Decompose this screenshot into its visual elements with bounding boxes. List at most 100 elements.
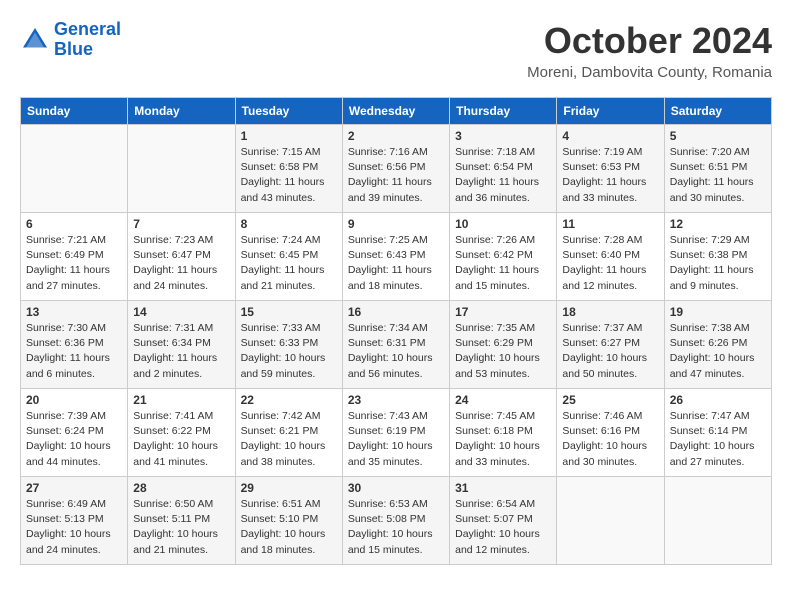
day-info: Sunrise: 7:39 AM Sunset: 6:24 PM Dayligh… xyxy=(26,409,122,470)
day-number: 3 xyxy=(455,129,551,143)
day-number: 7 xyxy=(133,217,229,231)
calendar-cell: 27Sunrise: 6:49 AM Sunset: 5:13 PM Dayli… xyxy=(21,477,128,565)
week-row: 13 Sunrise: 7:30 AM Sunset: 6:36 PM Dayli… xyxy=(21,301,772,389)
calendar-cell: 20 Sunrise: 7:39 AM Sunset: 6:24 PM Dayli… xyxy=(21,389,128,477)
day-info: Sunrise: 7:41 AM Sunset: 6:22 PM Dayligh… xyxy=(133,409,229,470)
calendar-cell: 7 Sunrise: 7:23 AM Sunset: 6:47 PM Daylig… xyxy=(128,213,235,301)
calendar-cell xyxy=(664,477,771,565)
day-info: Sunrise: 7:46 AM Sunset: 6:16 PM Dayligh… xyxy=(562,409,658,470)
calendar-cell: 2 Sunrise: 7:16 AM Sunset: 6:56 PM Daylig… xyxy=(342,125,449,213)
week-row: 6 Sunrise: 7:21 AM Sunset: 6:49 PM Daylig… xyxy=(21,213,772,301)
day-info: Sunrise: 7:26 AM Sunset: 6:42 PM Dayligh… xyxy=(455,233,551,294)
calendar-cell: 17 Sunrise: 7:35 AM Sunset: 6:29 PM Dayli… xyxy=(450,301,557,389)
column-header-thursday: Thursday xyxy=(450,98,557,125)
title-block: October 2024 Moreni, Dambovita County, R… xyxy=(527,20,772,81)
calendar-cell xyxy=(128,125,235,213)
day-number: 19 xyxy=(670,305,766,319)
day-info: Sunrise: 7:42 AM Sunset: 6:21 PM Dayligh… xyxy=(241,409,337,470)
calendar-cell: 28Sunrise: 6:50 AM Sunset: 5:11 PM Dayli… xyxy=(128,477,235,565)
calendar-cell: 13 Sunrise: 7:30 AM Sunset: 6:36 PM Dayli… xyxy=(21,301,128,389)
day-number: 1 xyxy=(241,129,337,143)
day-info: Sunrise: 7:35 AM Sunset: 6:29 PM Dayligh… xyxy=(455,321,551,382)
calendar-cell: 15Sunrise: 7:33 AM Sunset: 6:33 PM Dayli… xyxy=(235,301,342,389)
day-number: 26 xyxy=(670,393,766,407)
calendar-cell: 31 Sunrise: 6:54 AM Sunset: 5:07 PM Dayli… xyxy=(450,477,557,565)
day-info: Sunrise: 7:16 AM Sunset: 6:56 PM Dayligh… xyxy=(348,145,444,206)
day-number: 30 xyxy=(348,481,444,495)
day-info: Sunrise: 7:21 AM Sunset: 6:49 PM Dayligh… xyxy=(26,233,122,294)
day-number: 18 xyxy=(562,305,658,319)
page-header: General Blue October 2024 Moreni, Dambov… xyxy=(20,20,772,81)
day-number: 9 xyxy=(348,217,444,231)
calendar-cell: 9 Sunrise: 7:25 AM Sunset: 6:43 PM Daylig… xyxy=(342,213,449,301)
calendar-cell: 22 Sunrise: 7:42 AM Sunset: 6:21 PM Dayli… xyxy=(235,389,342,477)
day-number: 4 xyxy=(562,129,658,143)
day-number: 8 xyxy=(241,217,337,231)
calendar-cell: 23 Sunrise: 7:43 AM Sunset: 6:19 PM Dayli… xyxy=(342,389,449,477)
calendar-cell: 1 Sunrise: 7:15 AM Sunset: 6:58 PM Daylig… xyxy=(235,125,342,213)
calendar-cell: 16 Sunrise: 7:34 AM Sunset: 6:31 PM Dayli… xyxy=(342,301,449,389)
calendar-cell: 12 Sunrise: 7:29 AM Sunset: 6:38 PM Dayli… xyxy=(664,213,771,301)
day-number: 13 xyxy=(26,305,122,319)
day-info: Sunrise: 7:34 AM Sunset: 6:31 PM Dayligh… xyxy=(348,321,444,382)
calendar-cell xyxy=(557,477,664,565)
day-info: Sunrise: 7:38 AM Sunset: 6:26 PM Dayligh… xyxy=(670,321,766,382)
calendar-cell: 11 Sunrise: 7:28 AM Sunset: 6:40 PM Dayli… xyxy=(557,213,664,301)
column-header-sunday: Sunday xyxy=(21,98,128,125)
day-info: Sunrise: 7:19 AM Sunset: 6:53 PM Dayligh… xyxy=(562,145,658,206)
day-number: 12 xyxy=(670,217,766,231)
day-number: 20 xyxy=(26,393,122,407)
calendar-cell: 10Sunrise: 7:26 AM Sunset: 6:42 PM Dayli… xyxy=(450,213,557,301)
day-number: 2 xyxy=(348,129,444,143)
day-info: Sunrise: 7:15 AM Sunset: 6:58 PM Dayligh… xyxy=(241,145,337,206)
logo-icon xyxy=(20,25,50,55)
day-number: 5 xyxy=(670,129,766,143)
location-title: Moreni, Dambovita County, Romania xyxy=(527,64,772,81)
week-row: 20 Sunrise: 7:39 AM Sunset: 6:24 PM Dayli… xyxy=(21,389,772,477)
column-header-friday: Friday xyxy=(557,98,664,125)
day-info: Sunrise: 7:37 AM Sunset: 6:27 PM Dayligh… xyxy=(562,321,658,382)
day-info: Sunrise: 7:24 AM Sunset: 6:45 PM Dayligh… xyxy=(241,233,337,294)
day-number: 16 xyxy=(348,305,444,319)
column-header-tuesday: Tuesday xyxy=(235,98,342,125)
day-number: 22 xyxy=(241,393,337,407)
calendar-cell: 25Sunrise: 7:46 AM Sunset: 6:16 PM Dayli… xyxy=(557,389,664,477)
day-info: Sunrise: 6:53 AM Sunset: 5:08 PM Dayligh… xyxy=(348,497,444,558)
day-number: 11 xyxy=(562,217,658,231)
day-info: Sunrise: 7:20 AM Sunset: 6:51 PM Dayligh… xyxy=(670,145,766,206)
column-header-saturday: Saturday xyxy=(664,98,771,125)
day-info: Sunrise: 7:23 AM Sunset: 6:47 PM Dayligh… xyxy=(133,233,229,294)
day-number: 6 xyxy=(26,217,122,231)
day-info: Sunrise: 7:25 AM Sunset: 6:43 PM Dayligh… xyxy=(348,233,444,294)
logo: General Blue xyxy=(20,20,121,60)
day-number: 23 xyxy=(348,393,444,407)
day-info: Sunrise: 6:51 AM Sunset: 5:10 PM Dayligh… xyxy=(241,497,337,558)
calendar-cell: 18 Sunrise: 7:37 AM Sunset: 6:27 PM Dayli… xyxy=(557,301,664,389)
day-info: Sunrise: 7:30 AM Sunset: 6:36 PM Dayligh… xyxy=(26,321,122,382)
day-number: 17 xyxy=(455,305,551,319)
calendar-cell: 4 Sunrise: 7:19 AM Sunset: 6:53 PM Daylig… xyxy=(557,125,664,213)
calendar-cell: 6 Sunrise: 7:21 AM Sunset: 6:49 PM Daylig… xyxy=(21,213,128,301)
day-info: Sunrise: 7:43 AM Sunset: 6:19 PM Dayligh… xyxy=(348,409,444,470)
calendar-cell: 26Sunrise: 7:47 AM Sunset: 6:14 PM Dayli… xyxy=(664,389,771,477)
calendar-cell: 8 Sunrise: 7:24 AM Sunset: 6:45 PM Daylig… xyxy=(235,213,342,301)
day-info: Sunrise: 7:33 AM Sunset: 6:33 PM Dayligh… xyxy=(241,321,337,382)
day-info: Sunrise: 7:29 AM Sunset: 6:38 PM Dayligh… xyxy=(670,233,766,294)
calendar-cell: 21 Sunrise: 7:41 AM Sunset: 6:22 PM Dayli… xyxy=(128,389,235,477)
day-number: 24 xyxy=(455,393,551,407)
day-info: Sunrise: 7:31 AM Sunset: 6:34 PM Dayligh… xyxy=(133,321,229,382)
column-header-monday: Monday xyxy=(128,98,235,125)
day-info: Sunrise: 6:50 AM Sunset: 5:11 PM Dayligh… xyxy=(133,497,229,558)
calendar-header-row: SundayMondayTuesdayWednesdayThursdayFrid… xyxy=(21,98,772,125)
day-number: 29 xyxy=(241,481,337,495)
logo-text: General Blue xyxy=(54,20,121,60)
day-info: Sunrise: 7:28 AM Sunset: 6:40 PM Dayligh… xyxy=(562,233,658,294)
day-number: 21 xyxy=(133,393,229,407)
day-info: Sunrise: 6:54 AM Sunset: 5:07 PM Dayligh… xyxy=(455,497,551,558)
calendar-cell: 30 Sunrise: 6:53 AM Sunset: 5:08 PM Dayli… xyxy=(342,477,449,565)
calendar-cell: 5 Sunrise: 7:20 AM Sunset: 6:51 PM Daylig… xyxy=(664,125,771,213)
day-number: 31 xyxy=(455,481,551,495)
calendar-cell: 3Sunrise: 7:18 AM Sunset: 6:54 PM Daylig… xyxy=(450,125,557,213)
day-info: Sunrise: 6:49 AM Sunset: 5:13 PM Dayligh… xyxy=(26,497,122,558)
day-info: Sunrise: 7:45 AM Sunset: 6:18 PM Dayligh… xyxy=(455,409,551,470)
